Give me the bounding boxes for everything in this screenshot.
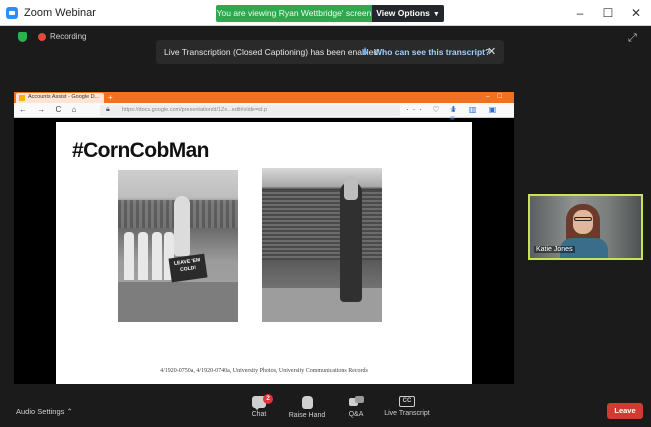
slides-favicon-icon [19,95,25,101]
window-title-bar: Zoom Webinar You are viewing Ryan Wettbr… [0,0,651,26]
person-icon: ♟ [361,46,370,56]
shared-screen: Accounts Assist - Google D... + – ☐ ✕ ← … [14,92,514,384]
chat-unread-badge: 2 [263,394,273,404]
lock-icon: 🔒︎ [106,106,110,113]
zoom-app-icon [6,7,18,19]
chevron-down-icon: ▼ [432,11,440,18]
corncob-mascot [174,196,190,256]
browser-tab-label: Accounts Assist - Google D... [28,94,100,100]
stadium-ground [262,288,382,322]
slide-title: #CornCobMan [72,139,210,162]
cheerleaders-photo: LEAVE 'EM COLD! [118,170,238,322]
participant-name: Katie Jones [534,246,575,253]
browser-tab[interactable]: Accounts Assist - Google D... [16,93,104,103]
meeting-controls-bar: Audio Settings ⌃ 2 Chat Raise Hand Q&A C… [0,392,651,427]
presentation-slide: #CornCobMan LEAVE 'EM COLD! 4/1920-0750a… [56,122,472,384]
view-options-label: View Options [376,8,430,18]
recording-icon [38,33,46,41]
browser-toolbar-icons[interactable]: ⬇ ▥ ▣ ≡ [450,105,514,123]
browser-nav-buttons[interactable]: ← → C ⌂ [19,105,80,114]
url-bar[interactable]: 🔒︎ https://docs.google.com/presentation/… [100,105,400,116]
viewing-banner: You are viewing Ryan Wettbridge' screen … [216,5,444,22]
raise-hand-icon [301,396,313,409]
security-shield-icon[interactable] [18,32,27,42]
fullscreen-icon[interactable]: ⤢ [628,32,640,44]
participant-video[interactable]: Katie Jones [528,194,643,260]
url-text: https://docs.google.com/presentation/d/1… [122,107,268,113]
maximize-button[interactable]: ☐ [598,5,618,21]
window-title: Zoom Webinar [24,7,96,19]
leave-button[interactable]: Leave [607,403,643,419]
stadium-crowd [262,190,382,260]
viewing-banner-text: You are viewing Ryan Wettbridge' screen [216,8,372,18]
dismiss-notice-button[interactable]: ✕ [487,45,496,58]
cheerleader-figure [138,232,148,280]
cheerleader-figure [124,232,134,280]
audio-settings-button[interactable]: Audio Settings ⌃ [16,407,73,416]
browser-toolbar: ← → C ⌂ 🔒︎ https://docs.google.com/prese… [14,103,514,123]
live-transcript-button[interactable]: CC Live Transcript [375,396,439,417]
close-button[interactable]: ✕ [626,5,646,21]
participant-face [573,210,593,234]
closed-caption-icon: CC [399,396,415,407]
qa-icon [349,396,364,408]
new-tab-button[interactable]: + [108,92,113,103]
who-can-see-link[interactable]: Who can see this transcript? [374,47,490,57]
leave-em-cold-sign: LEAVE 'EM COLD! [168,253,208,283]
mascot-stadium-photo [262,168,382,322]
participant-glasses [574,217,592,221]
chevron-up-icon: ⌃ [66,407,73,416]
audio-settings-label: Audio Settings [16,407,65,416]
slide-caption: 4/1920-0750a, 4/1920-0740a, University P… [160,368,368,374]
recording-label: Recording [50,32,87,41]
mascot-head [344,176,358,200]
browser-tab-strip: Accounts Assist - Google D... + – ☐ ✕ [14,92,514,111]
notice-message: Live Transcription (Closed Captioning) h… [164,47,379,57]
meeting-area: Recording ⤢ Live Transcription (Closed C… [0,26,651,427]
live-transcript-label: Live Transcript [384,410,430,417]
transcription-notice: Live Transcription (Closed Captioning) h… [156,40,504,64]
football-field [118,282,238,322]
view-options-button[interactable]: View Options ▼ [372,5,444,22]
cheerleader-figure [152,232,162,280]
corncob-mascot [340,182,362,302]
minimize-button[interactable]: – [570,5,590,21]
